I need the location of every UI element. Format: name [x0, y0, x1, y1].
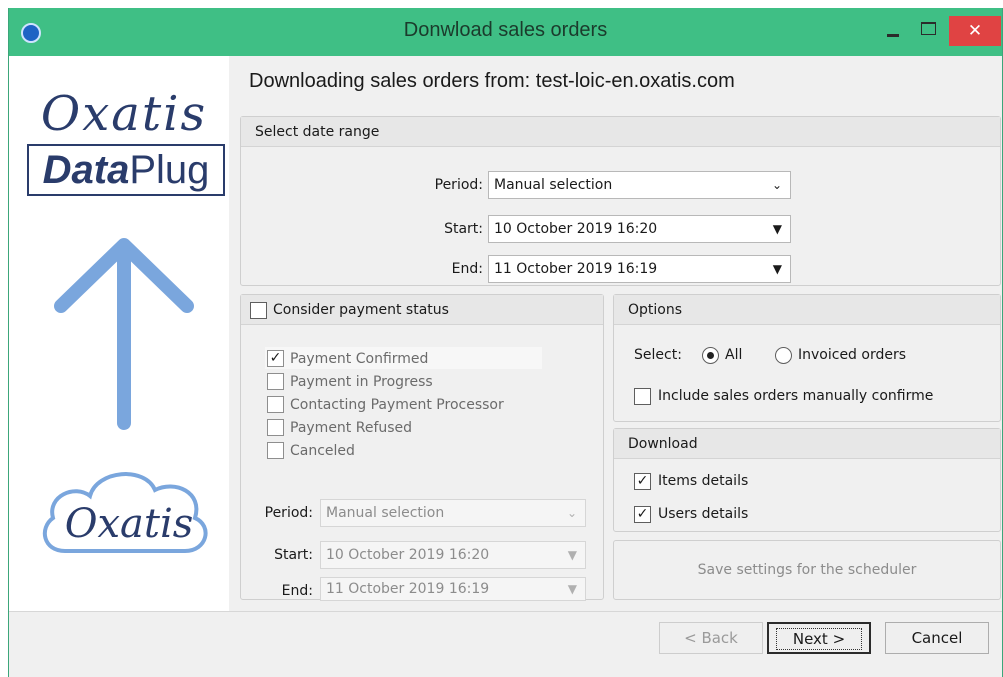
options-group: Options Select: All Invoiced orders Incl… [613, 294, 1001, 422]
payment-period-label: Period: [264, 505, 313, 521]
payment-period-select[interactable]: Manual selection ⌄ [320, 499, 586, 527]
status-label-refused: Payment Refused [290, 420, 413, 436]
maximize-button[interactable] [914, 18, 942, 40]
date-range-title: Select date range [241, 117, 1000, 147]
upload-arrow-icon [54, 238, 194, 430]
brand-panel: Oxatis DataPlug Oxatis [9, 56, 229, 611]
minimize-button[interactable] [879, 22, 907, 42]
payment-start-value: 10 October 2019 16:20 [326, 547, 490, 563]
dropdown-arrow-icon: ▼ [772, 222, 782, 236]
page-title: Downloading sales orders from: test-loic… [249, 70, 735, 92]
users-details-checkbox[interactable]: ✓ [634, 506, 651, 523]
items-details-label: Items details [658, 473, 749, 489]
dataplug-logo: DataPlug [27, 144, 225, 196]
radio-invoiced-orders[interactable] [775, 347, 792, 364]
payment-status-group: Consider payment status ✓ Payment Confir… [240, 294, 604, 601]
payment-status-title: Consider payment status [273, 302, 449, 318]
dropdown-arrow-icon: ▼ [772, 262, 782, 276]
close-button[interactable]: ✕ [949, 16, 1001, 46]
dialog-window: Donwload sales orders ✕ Oxatis DataPlug … [8, 8, 1003, 677]
payment-start-label: Start: [274, 547, 313, 563]
radio-invoiced-label: Invoiced orders [798, 347, 907, 363]
status-label-contacting: Contacting Payment Processor [290, 397, 504, 413]
status-checkbox-canceled[interactable] [267, 442, 284, 459]
footer-divider [9, 611, 1002, 612]
back-button[interactable]: < Back [659, 622, 763, 654]
next-button-label: Next > [775, 628, 863, 650]
status-checkbox-confirmed[interactable]: ✓ [267, 350, 284, 367]
status-checkbox-in-progress[interactable] [267, 373, 284, 390]
save-settings-button[interactable]: Save settings for the scheduler [613, 540, 1001, 600]
payment-period-value: Manual selection [326, 505, 445, 521]
download-title: Download [614, 429, 1000, 459]
users-details-label: Users details [658, 506, 749, 522]
consider-payment-checkbox[interactable] [250, 302, 267, 319]
chevron-down-icon: ⌄ [771, 178, 782, 192]
start-datetime-picker[interactable]: 10 October 2019 16:20 ▼ [488, 215, 791, 243]
payment-end-value: 11 October 2019 16:19 [326, 581, 490, 597]
end-datetime-value: 11 October 2019 16:19 [494, 261, 658, 277]
dropdown-arrow-icon: ▼ [567, 548, 577, 562]
title-bar[interactable]: Donwload sales orders ✕ [9, 8, 1002, 56]
cloud-logo-text: Oxatis [64, 501, 194, 547]
cancel-button[interactable]: Cancel [885, 622, 989, 654]
status-checkbox-contacting[interactable] [267, 396, 284, 413]
radio-all[interactable] [702, 347, 719, 364]
period-label: Period: [434, 177, 483, 193]
radio-selected-dot [707, 352, 714, 359]
status-label-canceled: Canceled [290, 443, 355, 459]
radio-all-label: All [725, 347, 743, 363]
payment-status-header: Consider payment status [241, 295, 603, 325]
period-select[interactable]: Manual selection ⌄ [488, 171, 791, 199]
next-button[interactable]: Next > [767, 622, 871, 654]
include-manual-label: Include sales orders manually confirme [658, 388, 934, 404]
payment-end-label: End: [281, 583, 313, 599]
payment-end-picker[interactable]: 11 October 2019 16:19 ▼ [320, 577, 586, 601]
period-select-value: Manual selection [494, 177, 613, 193]
items-details-checkbox[interactable]: ✓ [634, 473, 651, 490]
date-range-group: Select date range Period: Manual selecti… [240, 116, 1001, 286]
options-title: Options [614, 295, 1000, 325]
include-manual-checkbox[interactable] [634, 388, 651, 405]
status-checkbox-refused[interactable] [267, 419, 284, 436]
end-label: End: [451, 261, 483, 277]
oxatis-logo: Oxatis [40, 86, 208, 142]
start-label: Start: [444, 221, 483, 237]
dropdown-arrow-icon: ▼ [567, 582, 577, 596]
status-label-in-progress: Payment in Progress [290, 374, 433, 390]
status-label-confirmed: Payment Confirmed [290, 351, 429, 367]
end-datetime-picker[interactable]: 11 October 2019 16:19 ▼ [488, 255, 791, 283]
window-title: Donwload sales orders [403, 19, 608, 41]
payment-start-picker[interactable]: 10 October 2019 16:20 ▼ [320, 541, 586, 569]
start-datetime-value: 10 October 2019 16:20 [494, 221, 658, 237]
select-label: Select: [634, 347, 682, 363]
download-group: Download ✓ Items details ✓ Users details [613, 428, 1001, 532]
chevron-down-icon: ⌄ [566, 506, 577, 520]
